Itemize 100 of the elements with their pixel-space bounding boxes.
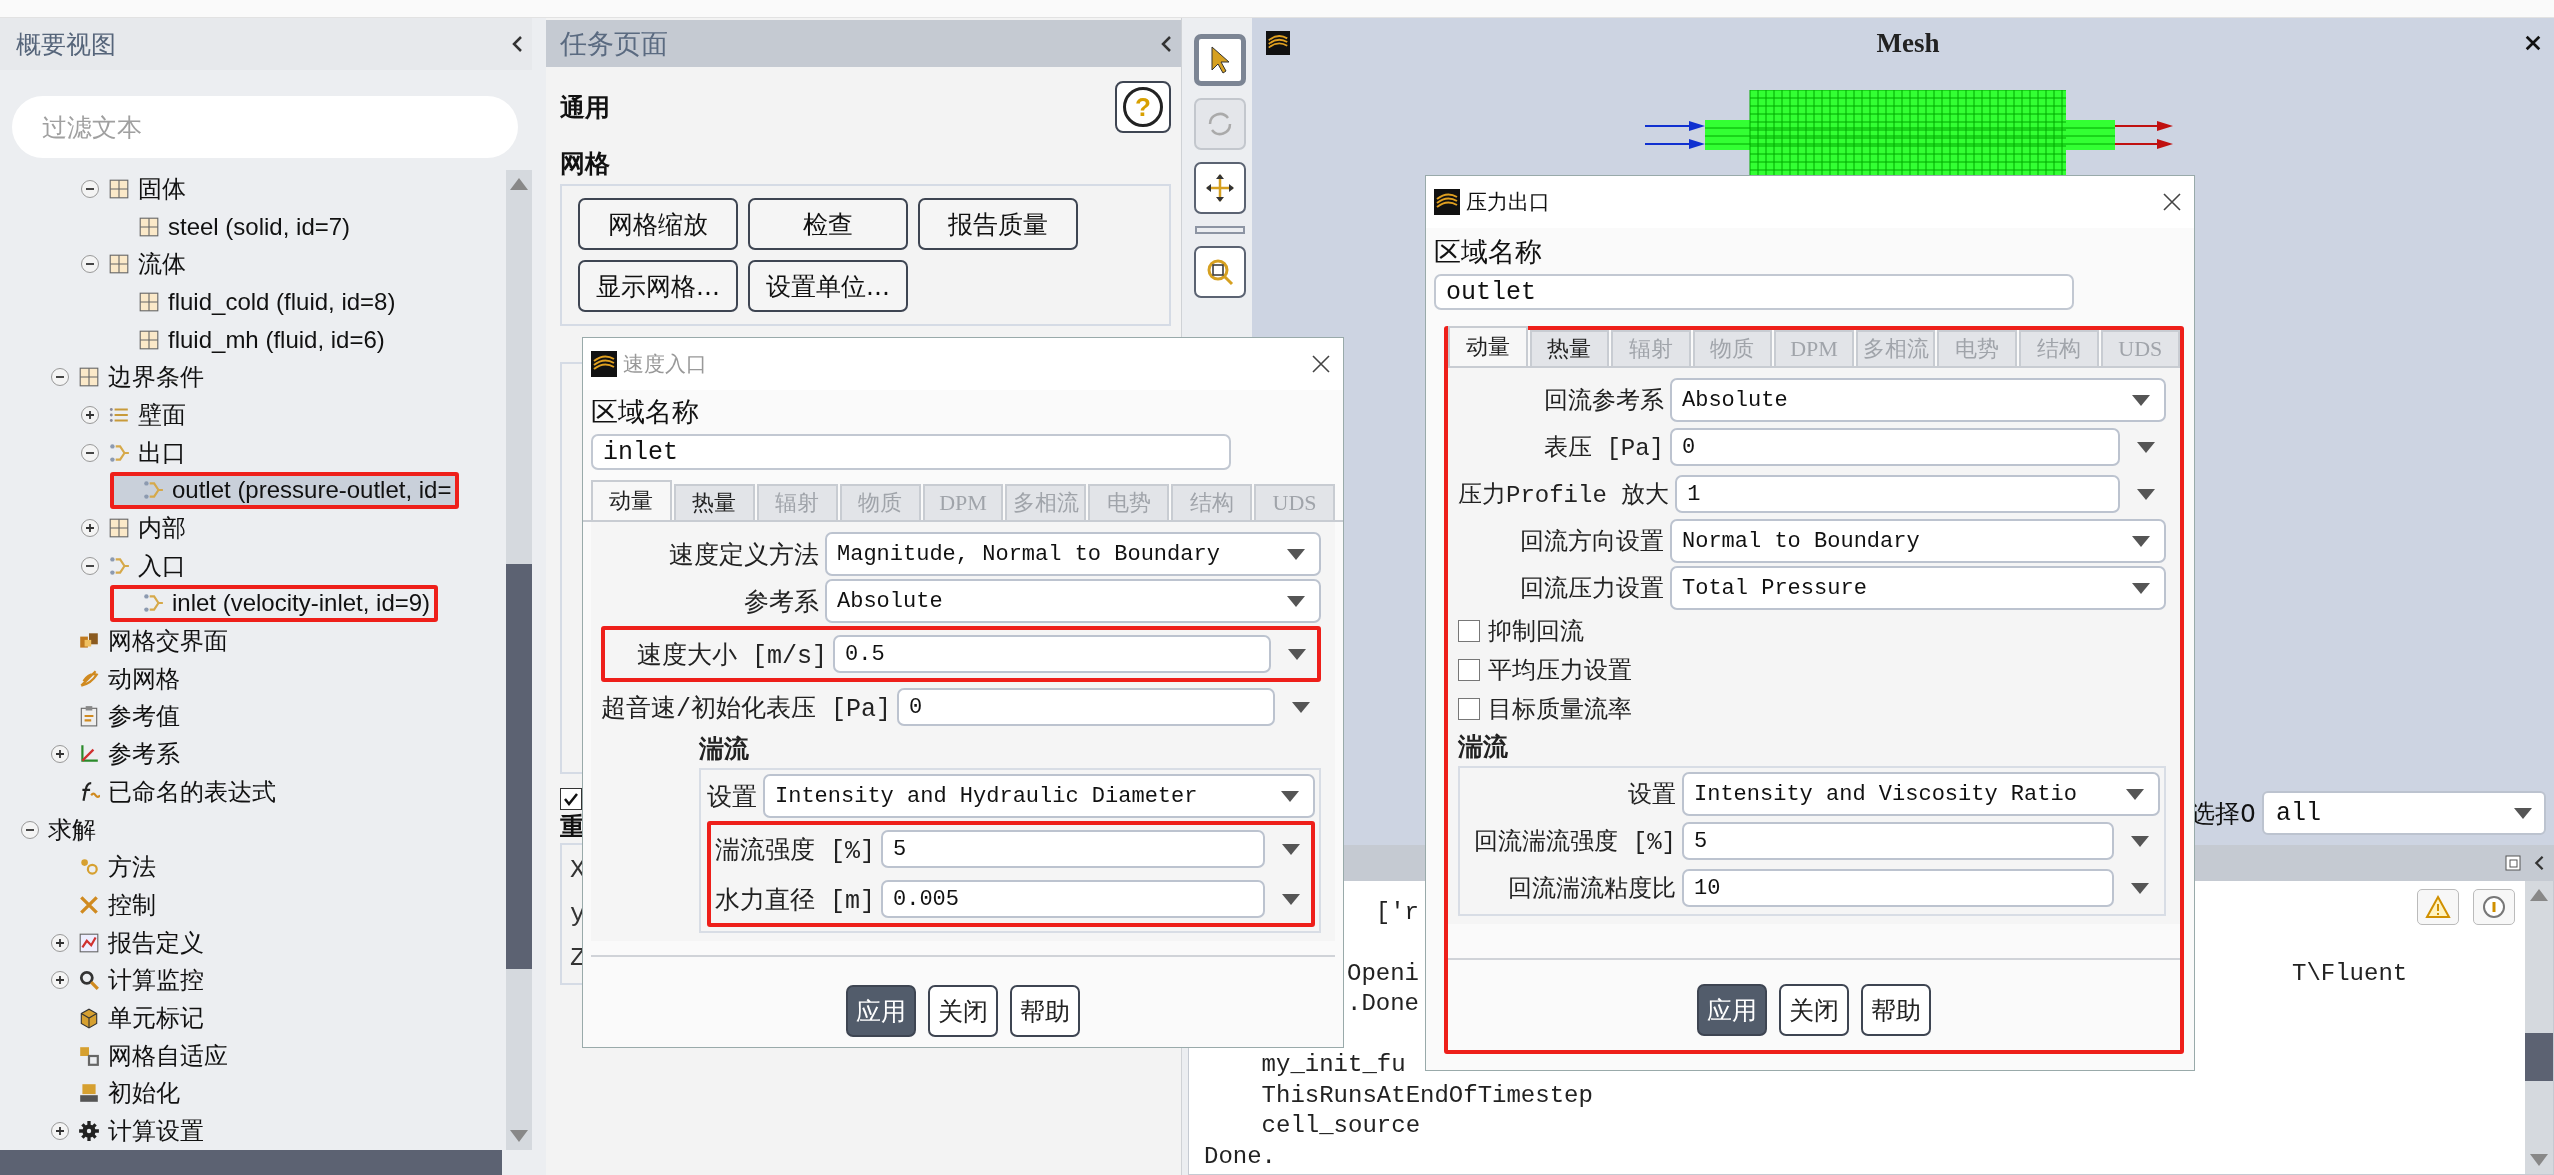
tree-item[interactable]: 方法 [50,848,160,887]
input-field[interactable]: 5 [881,830,1265,868]
mesh-button[interactable]: 设置单位... [748,260,908,312]
input-field[interactable]: 5 [1682,822,2114,860]
mesh-button[interactable]: 显示网格... [578,260,738,312]
tab[interactable]: 动量 [1448,326,1528,366]
collapse-icon[interactable] [80,555,100,576]
expand-icon[interactable] [80,518,100,539]
tree-item[interactable]: 边界条件 [50,358,208,397]
tree-item[interactable]: 已命名的表达式 [50,773,280,811]
close-icon[interactable] [2524,34,2542,52]
app-logo-icon [1264,31,1292,55]
expand-icon[interactable] [80,404,100,425]
mesh-button[interactable]: 检查 [748,198,908,250]
checkbox[interactable] [1458,620,1480,642]
input-field[interactable]: 0.5 [833,635,1271,673]
scrollbar[interactable] [506,170,532,1150]
close-icon[interactable] [2162,192,2182,212]
apply-button[interactable]: 应用 [846,985,916,1037]
tab[interactable]: 动量 [591,480,672,520]
dropdown[interactable]: Magnitude, Normal to Boundary [825,532,1321,576]
input-field[interactable]: 0 [897,688,1275,726]
dialog-button[interactable]: 帮助 [1861,984,1931,1036]
input-field[interactable]: outlet [1434,274,2074,310]
checkbox[interactable] [1458,698,1480,720]
mesh-button[interactable]: 报告质量 [918,198,1078,250]
tool-button[interactable] [1194,246,1246,298]
tree-item[interactable]: 动网格 [50,659,184,698]
tree-item[interactable]: 参考系 [50,735,184,773]
collapse-icon[interactable] [50,367,70,388]
tree-item[interactable]: fluid_mh (fluid, id=6) [110,320,389,359]
tree-item[interactable]: 入口 [80,546,190,585]
collapse-icon[interactable] [20,819,40,840]
input-field[interactable]: 0 [1670,428,2120,466]
console-text: ['r [1374,898,1419,926]
checkbox[interactable] [560,788,582,810]
dropdown[interactable]: Absolute [1670,378,2166,422]
input-field[interactable]: 10 [1682,869,2114,907]
horizontal-scrollbar[interactable] [0,1150,502,1175]
info-button[interactable] [2473,889,2515,925]
tree-item[interactable]: 求解 [20,810,100,849]
tree-item[interactable]: 网格自适应 [50,1036,232,1075]
apply-button[interactable]: 应用 [1697,984,1767,1036]
mesh-button[interactable]: 网格缩放 [578,198,738,250]
tree-item[interactable]: 报告定义 [50,923,208,962]
dialog-button[interactable]: 帮助 [1010,985,1080,1037]
tree-item[interactable]: 控制 [50,886,160,924]
collapse-icon[interactable] [80,442,100,463]
tree-item[interactable]: 内部 [80,509,190,547]
checkbox-label: 目标质量流率 [1488,694,1632,725]
tab[interactable]: 热量 [673,484,755,520]
dropdown[interactable]: Intensity and Viscosity Ratio [1682,772,2160,816]
tree-item[interactable]: 流体 [80,245,190,284]
tree-item[interactable]: 参考值 [50,697,184,736]
tab[interactable]: 热量 [1529,330,1610,366]
tree-item[interactable]: 壁面 [80,396,190,434]
restore-icon[interactable] [2504,853,2522,872]
collapse-chevron-icon[interactable] [510,34,524,54]
input-field[interactable]: 1 [1675,475,2120,513]
init-icon [78,1082,100,1105]
tree-item[interactable]: 单元标记 [50,999,208,1037]
caret-icon [2131,882,2149,894]
input-field[interactable]: inlet [591,434,1231,470]
tree-item[interactable]: 计算监控 [50,961,208,1000]
dialog-button[interactable]: 关闭 [928,985,998,1037]
scroll-thumb[interactable] [506,564,532,969]
expand-icon[interactable] [50,744,70,765]
info-icon [2481,894,2507,920]
tree-item[interactable]: 计算设置 [50,1112,208,1150]
tree-item[interactable]: 固体 [80,170,190,208]
checkbox[interactable] [1458,659,1480,681]
tree-item[interactable]: 出口 [80,433,190,472]
scrollbar[interactable] [2525,881,2553,1174]
section-title: 重 [560,811,585,843]
tree-item[interactable]: steel (solid, id=7) [110,207,355,246]
tree-item[interactable]: 网格交界面 [50,622,232,660]
filter-field[interactable]: 过滤文本 [12,96,518,158]
collapse-icon[interactable] [80,254,100,275]
dropdown[interactable]: Normal to Boundary [1670,519,2166,563]
expand-icon[interactable] [50,932,70,953]
dropdown[interactable]: Total Pressure [1670,566,2166,610]
field-label: 回流湍流粘度比 [1507,875,1676,904]
tree-item[interactable]: outlet (pressure-outlet, id= [110,471,460,510]
tool-button[interactable] [1194,34,1246,86]
collapse-icon[interactable] [80,178,100,199]
warning-button[interactable] [2417,889,2459,925]
input-field[interactable]: 0.005 [881,880,1265,918]
dialog-button[interactable]: 关闭 [1779,984,1849,1036]
tree-item[interactable]: 初始化 [50,1074,184,1113]
expand-icon[interactable] [50,970,70,991]
tree-item[interactable]: fluid_cold (fluid, id=8) [110,283,400,321]
tool-button[interactable] [1194,162,1246,214]
close-icon[interactable] [1311,354,1331,374]
dropdown[interactable]: Intensity and Hydraulic Diameter [763,774,1315,818]
collapse-chevron-icon[interactable] [1159,33,1173,54]
scroll-thumb[interactable] [2525,1033,2553,1081]
dropdown[interactable]: all [2262,791,2546,835]
tree-item[interactable]: inlet (velocity-inlet, id=9) [110,584,439,623]
dropdown[interactable]: Absolute [825,579,1321,623]
expand-icon[interactable] [50,1121,70,1142]
